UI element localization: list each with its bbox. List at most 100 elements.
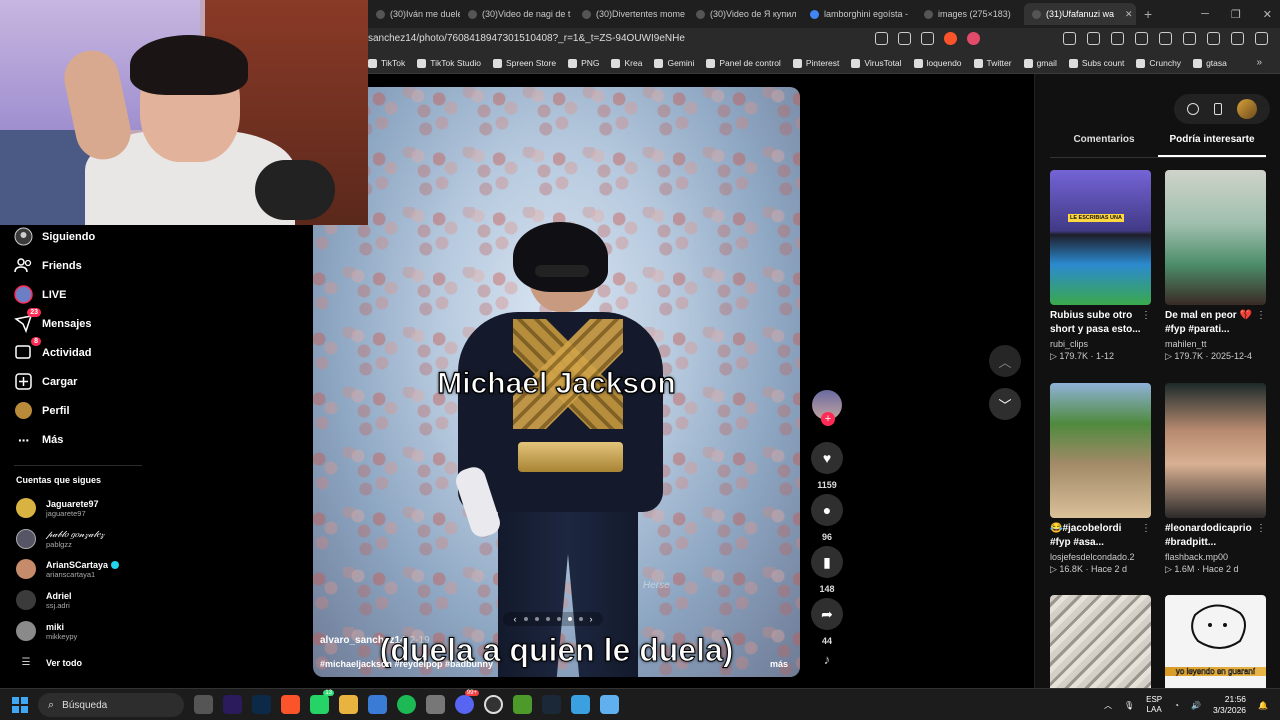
notification-bell-icon[interactable]: 🔔	[1258, 701, 1268, 710]
browser-tab[interactable]: (30)Iván me duele: Au	[368, 3, 460, 25]
share-icon[interactable]	[921, 32, 934, 45]
music-disc-button[interactable]: ♪	[810, 652, 844, 667]
cast-icon[interactable]	[898, 32, 911, 45]
extension-icon[interactable]	[1087, 32, 1100, 45]
nav-perfil[interactable]: Perfil	[14, 401, 70, 420]
close-window-icon[interactable]: ✕	[1263, 8, 1272, 21]
video-player[interactable]: Herse Michael Jackson ‹ › alvaro_sanchez…	[313, 87, 800, 677]
task-view-icon[interactable]	[194, 695, 213, 714]
tray-overflow-icon[interactable]: ︿	[1104, 700, 1112, 711]
nav-mas[interactable]: ··· Más	[14, 430, 63, 449]
recommended-video-card[interactable]: LE ESCRIBIAS UNA Rubius sube otro short …	[1050, 170, 1151, 362]
device-icon[interactable]	[1213, 103, 1222, 115]
followed-account[interactable]: ArianSCartaya arianscartaya1	[16, 559, 120, 579]
taskbar-search[interactable]: ⌕ Búsqueda	[38, 693, 184, 717]
windows-start-icon[interactable]	[12, 697, 28, 713]
premiere-icon[interactable]	[223, 695, 242, 714]
photoshop-icon[interactable]	[252, 695, 271, 714]
see-all-link[interactable]: ☰ Ver todo	[16, 657, 83, 668]
recommended-video-card[interactable]	[1050, 595, 1151, 688]
comment-button[interactable]: ● 96	[810, 494, 844, 542]
bookmark-item[interactable]: Spreen Store	[492, 58, 556, 68]
bookmark-item[interactable]: gtasa	[1193, 58, 1227, 68]
brave-rewards-icon[interactable]	[967, 32, 980, 45]
followed-account[interactable]: miki mikkeypy	[16, 621, 77, 641]
volume-icon[interactable]: 🔊	[1191, 701, 1201, 710]
nav-friends[interactable]: Friends	[14, 256, 82, 275]
browser-tab[interactable]: (30)Divertentes mome	[574, 3, 688, 25]
carousel-dot[interactable]	[556, 617, 561, 621]
photos-icon[interactable]	[571, 695, 590, 714]
music-icon[interactable]	[1135, 32, 1148, 45]
bookmark-item[interactable]: gmail	[1023, 58, 1057, 68]
more-bookmarks-icon[interactable]: »	[1256, 57, 1262, 68]
bookmark-item[interactable]: Twitter	[973, 58, 1012, 68]
previous-video-button[interactable]: ︿	[989, 345, 1021, 377]
share-button[interactable]: ➦ 44	[810, 598, 844, 646]
bookmark-item[interactable]: Subs count	[1068, 58, 1124, 68]
bookmark-item[interactable]: loquendo	[913, 58, 962, 68]
translate-icon[interactable]	[875, 32, 888, 45]
video-hashtags[interactable]: #michaeljackson #reydelpop #badbunny	[320, 659, 493, 669]
followed-account[interactable]: Adriel ssj.adri	[16, 590, 72, 610]
browser-tab[interactable]: (30)Video de nagi de t	[460, 3, 574, 25]
follow-plus-icon[interactable]: +	[821, 412, 835, 426]
notepad-icon[interactable]	[600, 695, 619, 714]
bookmark-item[interactable]: TikTok Studio	[417, 58, 481, 68]
recommended-video-card[interactable]: 😂#jacobelordi #fyp #asa... losjefesdelco…	[1050, 383, 1151, 575]
browser-tab[interactable]: (30)Video de Я купил	[688, 3, 802, 25]
spotify-icon[interactable]	[397, 695, 416, 714]
brave-shield-icon[interactable]	[944, 32, 957, 45]
obs-icon[interactable]	[484, 695, 503, 714]
bookmark-item[interactable]: Crunchy	[1136, 58, 1181, 68]
carousel-dot[interactable]	[523, 617, 528, 621]
tab-comentarios[interactable]: Comentarios	[1050, 134, 1158, 157]
close-tab-icon[interactable]: ✕	[1125, 9, 1133, 20]
recommended-video-card[interactable]: yo leyendo en guaraní	[1165, 595, 1266, 688]
card-menu-icon[interactable]: ⋮	[1141, 310, 1151, 321]
whatsapp-icon[interactable]: 13	[310, 690, 334, 714]
next-video-button[interactable]: ﹀	[989, 388, 1021, 420]
tab-podria-interesarte[interactable]: Podría interesarte	[1158, 134, 1266, 157]
prev-photo-icon[interactable]: ‹	[514, 614, 517, 624]
xbox-icon[interactable]	[426, 695, 445, 714]
vpn-icon[interactable]	[1231, 32, 1244, 45]
card-menu-icon[interactable]: ⋮	[1256, 310, 1266, 321]
like-button[interactable]: ♥ 1159	[810, 442, 844, 490]
browser-tab-active[interactable]: (31)Ufafanuzi wa ✕	[1024, 3, 1136, 25]
recommended-video-card[interactable]: #leonardodicaprio #bradpitt... flashback…	[1165, 383, 1266, 575]
new-tab-button[interactable]: +	[1144, 6, 1152, 22]
followed-account[interactable]: Jaguarete97 jaguarete97	[16, 498, 99, 518]
store-icon[interactable]	[368, 695, 387, 714]
sidebar-icon[interactable]	[1159, 32, 1172, 45]
next-photo-icon[interactable]: ›	[590, 614, 593, 624]
menu-icon[interactable]	[1255, 32, 1268, 45]
brave-icon[interactable]	[281, 695, 300, 714]
nav-cargar[interactable]: Cargar	[14, 372, 77, 391]
carousel-dot[interactable]	[545, 617, 550, 621]
bookmark-item[interactable]: Krea	[611, 58, 642, 68]
extension-icon[interactable]	[1063, 32, 1076, 45]
followed-account[interactable]: 𝓅𝒶𝒷𝓁𝑜 𝑔𝑜𝓃𝓏𝒶𝓁𝑒𝓏 pablgzz	[16, 529, 104, 549]
profile-avatar[interactable]	[1236, 99, 1257, 119]
wallet-icon[interactable]	[1183, 32, 1196, 45]
steam-icon[interactable]	[542, 695, 561, 714]
nav-siguiendo[interactable]: Siguiendo	[14, 227, 95, 246]
carousel-dot-active[interactable]	[567, 617, 572, 621]
browser-tab[interactable]: images (275×183)	[916, 3, 1024, 25]
nav-actividad[interactable]: 8 Actividad	[14, 337, 92, 362]
bookmark-item[interactable]: Gemini	[654, 58, 694, 68]
carousel-dot[interactable]	[578, 617, 583, 621]
bookmark-item[interactable]: TikTok	[368, 58, 405, 68]
coin-icon[interactable]	[1187, 103, 1200, 115]
nav-live[interactable]: LIVE	[14, 285, 66, 304]
bookmark-item[interactable]: Panel de control	[706, 58, 781, 68]
url-field[interactable]: sanchez14/photo/7608418947301510408?_r=1…	[368, 33, 685, 44]
nav-mensajes[interactable]: 23 Mensajes	[14, 308, 92, 333]
carousel-dot[interactable]	[534, 617, 539, 621]
language-indicator[interactable]: ESP LAA	[1146, 695, 1162, 715]
more-description-link[interactable]: más	[770, 659, 788, 669]
recommended-video-card[interactable]: De mal en peor 💔 #fyp #parati... mahilen…	[1165, 170, 1266, 362]
ai-icon[interactable]	[1207, 32, 1220, 45]
bookmark-item[interactable]: PNG	[568, 58, 599, 68]
